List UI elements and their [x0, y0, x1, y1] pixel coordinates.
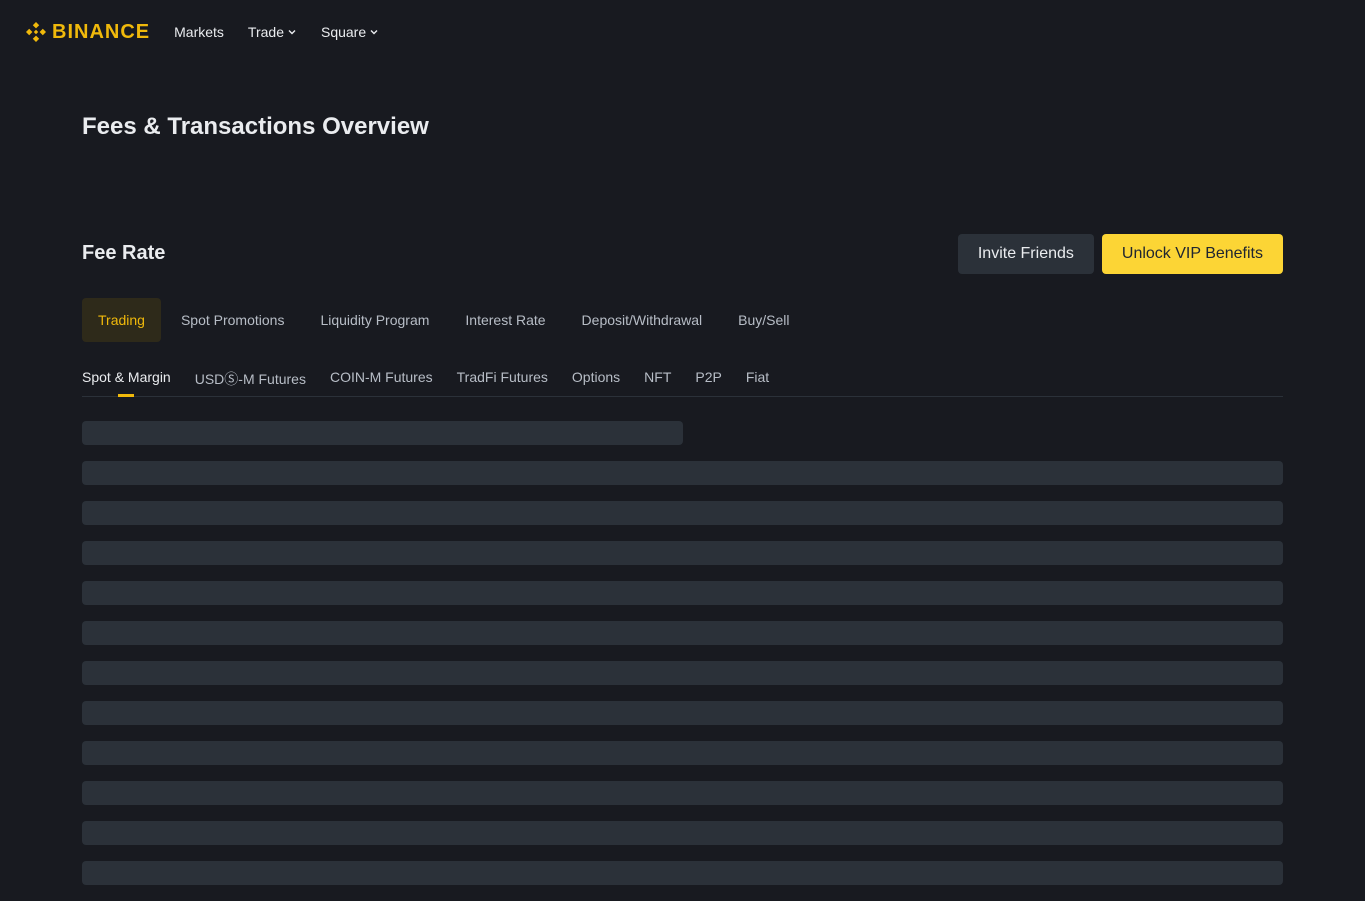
tab-buy-sell[interactable]: Buy/Sell — [722, 298, 805, 342]
tab-spot-promotions[interactable]: Spot Promotions — [165, 298, 301, 342]
top-navigation: BINANCE Markets Trade Square — [0, 0, 1365, 64]
trading-product-tabs: Spot & Margin USDⓈ-M Futures COIN-M Futu… — [82, 360, 1283, 397]
subtab-fiat[interactable]: Fiat — [746, 360, 769, 396]
tab-liquidity-program[interactable]: Liquidity Program — [304, 298, 445, 342]
skeleton-row — [82, 861, 1283, 885]
nav-square[interactable]: Square — [321, 24, 379, 40]
subtab-tradfi-futures[interactable]: TradFi Futures — [457, 360, 548, 396]
nav-square-label: Square — [320, 24, 367, 40]
skeleton-row — [82, 541, 1283, 565]
binance-logo[interactable]: BINANCE — [24, 20, 150, 44]
nav-markets[interactable]: Markets — [174, 24, 224, 40]
fee-table-loading — [82, 421, 1283, 901]
brand-name: BINANCE — [52, 20, 151, 43]
tab-interest-rate[interactable]: Interest Rate — [449, 298, 561, 342]
tab-trading[interactable]: Trading — [82, 298, 161, 342]
skeleton-bar — [82, 421, 683, 445]
skeleton-row — [82, 621, 1283, 645]
invite-friends-button[interactable]: Invite Friends — [957, 234, 1094, 274]
main-nav: Markets Trade Square — [174, 24, 379, 40]
fee-rate-title: Fee Rate — [82, 242, 166, 264]
nav-trade-label: Trade — [247, 24, 284, 40]
skeleton-row — [82, 661, 1283, 685]
chevron-down-icon — [370, 30, 378, 35]
fee-rate-actions: Invite Friends Unlock VIP Benefits — [957, 234, 1283, 274]
skeleton-row — [82, 501, 1283, 525]
subtab-usds-m-futures[interactable]: USDⓈ-M Futures — [195, 360, 306, 396]
chevron-down-icon — [288, 30, 296, 35]
skeleton-row — [82, 461, 1283, 485]
subtab-nft[interactable]: NFT — [644, 360, 671, 396]
unlock-vip-benefits-button[interactable]: Unlock VIP Benefits — [1101, 234, 1283, 274]
nav-markets-label: Markets — [174, 24, 224, 40]
skeleton-row — [82, 701, 1283, 725]
binance-logo-icon — [26, 22, 46, 42]
subtab-spot-margin[interactable]: Spot & Margin — [82, 360, 171, 396]
nav-trade[interactable]: Trade — [248, 24, 297, 40]
subtab-options[interactable]: Options — [572, 360, 620, 396]
page-title: Fees & Transactions Overview — [82, 113, 429, 140]
subtab-p2p[interactable]: P2P — [695, 360, 721, 396]
subtab-coin-m-futures[interactable]: COIN-M Futures — [330, 360, 433, 396]
skeleton-row — [82, 741, 1283, 765]
skeleton-row — [82, 821, 1283, 845]
fee-category-tabs: Trading Spot Promotions Liquidity Progra… — [82, 298, 806, 342]
skeleton-row — [82, 781, 1283, 805]
skeleton-row — [82, 581, 1283, 605]
tab-deposit-withdrawal[interactable]: Deposit/Withdrawal — [566, 298, 719, 342]
